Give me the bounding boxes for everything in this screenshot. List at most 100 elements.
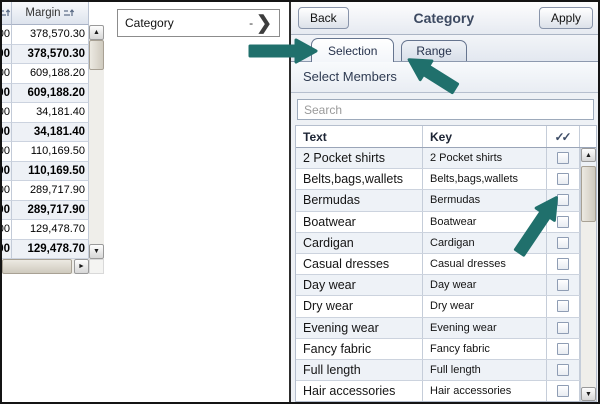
members-vertical-scrollbar[interactable]: ▲ ▼ [580, 148, 596, 401]
chevron-right-icon[interactable]: ❯ [256, 14, 272, 33]
back-button[interactable]: Back [298, 7, 349, 29]
member-key: Full length [423, 360, 547, 380]
clipped-cell: 00 [2, 240, 12, 260]
tab-selection[interactable]: Selection [311, 38, 394, 62]
member-checkbox[interactable] [557, 152, 569, 164]
member-text: Dry wear [296, 296, 423, 316]
member-row[interactable]: Full lengthFull length [296, 360, 596, 381]
member-key: Hair accessories [423, 381, 547, 401]
margin-cell: 609,188.20 [12, 64, 89, 84]
scrollbar-thumb[interactable] [581, 166, 596, 222]
margin-cell: 129,478.70 [12, 220, 89, 240]
table-row: 00378,570.30 [2, 25, 89, 45]
member-checkbox[interactable] [557, 237, 569, 249]
member-text: 2 Pocket shirts [296, 148, 423, 168]
scroll-up-icon[interactable]: ▲ [89, 25, 104, 40]
clipped-column-header [2, 2, 12, 25]
scroll-down-icon[interactable]: ▼ [89, 244, 104, 259]
checkbox-cell [547, 296, 580, 316]
member-key: Evening wear [423, 318, 547, 338]
member-checkbox[interactable] [557, 385, 569, 397]
margin-cell: 289,717.90 [12, 181, 89, 201]
margin-cell: 34,181.40 [12, 103, 89, 123]
member-checkbox[interactable] [557, 364, 569, 376]
member-checkbox[interactable] [557, 216, 569, 228]
panel-header: Back Category Apply [291, 2, 600, 35]
member-checkbox[interactable] [557, 173, 569, 185]
member-key: Belts,bags,wallets [423, 169, 547, 189]
member-checkbox[interactable] [557, 258, 569, 270]
checkbox-cell [547, 233, 580, 253]
margin-column-header[interactable]: Margin [12, 2, 89, 25]
annotation-arrow-selection-tab [248, 38, 318, 64]
table-row: 00110,169.50 [2, 142, 89, 162]
table-row-subtotal: 0034,181.40 [2, 123, 89, 143]
search-input[interactable] [297, 99, 594, 120]
member-row[interactable]: Belts,bags,walletsBelts,bags,wallets [296, 169, 596, 190]
table-row: 0034,181.40 [2, 103, 89, 123]
scrollbar-thumb[interactable] [89, 40, 104, 70]
scrollbar-track[interactable] [89, 70, 104, 244]
member-row[interactable]: Casual dressesCasual dresses [296, 254, 596, 275]
margin-cell: 378,570.30 [12, 25, 89, 45]
check-column-header[interactable]: ✓✓ [547, 126, 580, 147]
key-column-header: Key [423, 126, 547, 147]
horizontal-scrollbar[interactable]: ► [2, 259, 89, 274]
members-table: Text Key ✓✓ 2 Pocket shirts2 Pocket shir… [295, 125, 597, 402]
member-checkbox[interactable] [557, 279, 569, 291]
scroll-up-icon[interactable]: ▲ [581, 148, 596, 162]
checkbox-cell [547, 318, 580, 338]
table-row-subtotal: 00289,717.90 [2, 201, 89, 221]
clipped-cell: 00 [2, 64, 12, 84]
clipped-cell: 00 [2, 181, 12, 201]
member-checkbox[interactable] [557, 322, 569, 334]
checkbox-cell [547, 381, 580, 401]
vertical-scrollbar[interactable]: ▲ ▼ [89, 25, 104, 259]
clipped-cell: 00 [2, 142, 12, 162]
table-row-subtotal: 00378,570.30 [2, 45, 89, 65]
member-text: Bermudas [296, 190, 423, 210]
clipped-cell: 00 [2, 201, 12, 221]
table-row-subtotal: 00110,169.50 [2, 162, 89, 182]
checkbox-cell [547, 339, 580, 359]
margin-data-table: Margin 00378,570.30 00378,570.30 00609,1… [2, 2, 89, 259]
scrollbar-corner [89, 259, 104, 274]
clipped-cell: 00 [2, 103, 12, 123]
sort-icon [2, 8, 11, 18]
member-checkbox[interactable] [557, 343, 569, 355]
scrollbar-thumb[interactable] [2, 259, 72, 274]
margin-cell: 609,188.20 [12, 84, 89, 104]
category-filter-chip[interactable]: Category - ❯ [117, 9, 280, 37]
member-text: Day wear [296, 275, 423, 295]
member-row[interactable]: Hair accessoriesHair accessories [296, 381, 596, 402]
member-row[interactable]: CardiganCardigan [296, 233, 596, 254]
apply-button[interactable]: Apply [539, 7, 593, 29]
margin-cell: 378,570.30 [12, 45, 89, 65]
member-row[interactable]: Fancy fabricFancy fabric [296, 339, 596, 360]
scroll-right-icon[interactable]: ► [74, 259, 89, 274]
select-all-icon[interactable]: ✓✓ [554, 130, 571, 144]
margin-header-label: Margin [25, 7, 60, 19]
member-row[interactable]: Day wearDay wear [296, 275, 596, 296]
scroll-down-icon[interactable]: ▼ [581, 387, 596, 401]
member-text: Boatwear [296, 212, 423, 232]
member-key: Bermudas [423, 190, 547, 210]
tab-strip: Selection Range [291, 35, 600, 62]
scrollbar-track[interactable] [581, 222, 596, 387]
member-key: Fancy fabric [423, 339, 547, 359]
member-key: Day wear [423, 275, 547, 295]
member-checkbox[interactable] [557, 300, 569, 312]
clipped-cell: 00 [2, 162, 12, 182]
chip-label: Category [125, 16, 174, 30]
member-row[interactable]: 2 Pocket shirts2 Pocket shirts [296, 148, 596, 169]
member-key: Dry wear [423, 296, 547, 316]
table-row-subtotal: 00609,188.20 [2, 84, 89, 104]
member-row[interactable]: Dry wearDry wear [296, 296, 596, 317]
table-row: 00289,717.90 [2, 181, 89, 201]
member-text: Fancy fabric [296, 339, 423, 359]
checkbox-cell [547, 148, 580, 168]
table-row: 00129,478.70 [2, 220, 89, 240]
member-row[interactable]: Evening wearEvening wear [296, 318, 596, 339]
table-header-row: Margin [2, 2, 89, 25]
clipped-cell: 00 [2, 45, 12, 65]
